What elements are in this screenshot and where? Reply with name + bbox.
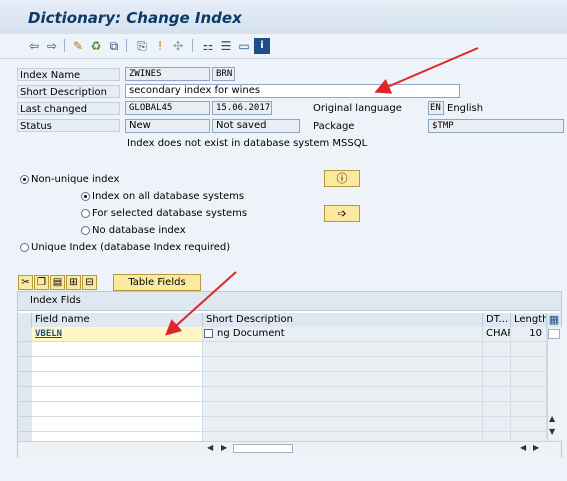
annotation-arrow-field	[165, 271, 237, 336]
annotation-arrows	[165, 47, 479, 336]
annotation-arrow-description	[374, 47, 479, 94]
